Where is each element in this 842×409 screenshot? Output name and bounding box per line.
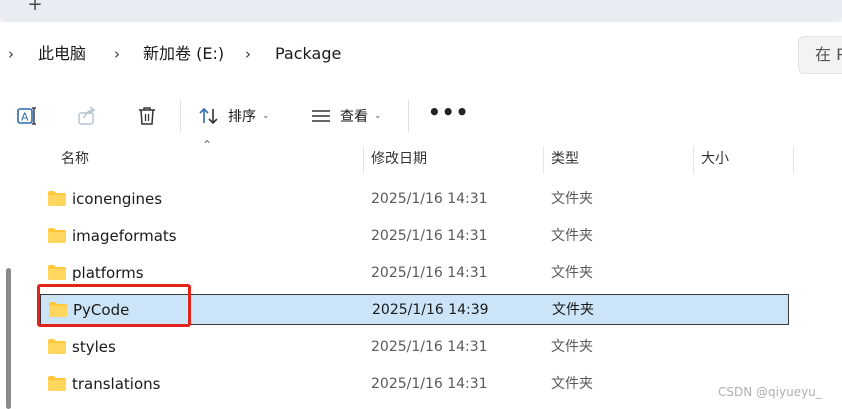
file-modified: 2025/1/16 14:31 — [371, 228, 488, 244]
toolbar-divider — [180, 100, 181, 132]
folder-icon — [48, 376, 66, 391]
folder-icon — [49, 302, 67, 317]
file-type: 文件夹 — [551, 228, 593, 244]
watermark: CSDN @qiyueyu_ — [718, 385, 822, 399]
file-row[interactable]: translations 2025/1/16 14:31 文件夹 — [40, 369, 789, 400]
column-header-type[interactable]: 类型 — [551, 142, 579, 176]
file-type: 文件夹 — [551, 265, 593, 281]
folder-icon — [48, 191, 66, 206]
new-tab-button[interactable]: + — [24, 0, 46, 15]
file-name: iconengines — [72, 190, 163, 208]
view-icon — [310, 105, 332, 127]
rename-icon: A — [16, 105, 38, 127]
file-modified: 2025/1/16 14:31 — [371, 339, 488, 355]
file-name: styles — [72, 338, 116, 356]
file-modified: 2025/1/16 14:31 — [371, 376, 488, 392]
file-type: 文件夹 — [551, 339, 593, 355]
folder-icon — [48, 228, 66, 243]
tab-strip: + — [0, 0, 842, 22]
search-placeholder: 在 P — [815, 45, 842, 64]
column-divider[interactable] — [543, 146, 544, 174]
breadcrumb-chevron-icon[interactable]: › — [8, 30, 14, 78]
file-modified: 2025/1/16 14:31 — [371, 191, 488, 207]
breadcrumb-chevron-icon[interactable]: › — [245, 30, 251, 78]
file-row[interactable]: styles 2025/1/16 14:31 文件夹 — [40, 332, 789, 363]
share-icon — [76, 105, 98, 127]
breadcrumb-item-this-pc[interactable]: 此电脑 — [38, 30, 86, 78]
more-options-button[interactable]: ••• — [428, 98, 469, 134]
tab-background — [0, 0, 842, 22]
delete-button[interactable] — [136, 98, 158, 134]
chevron-down-icon: ⌄ — [262, 111, 270, 121]
sort-button[interactable]: 排序 ⌄ — [198, 98, 270, 134]
file-row[interactable]: iconengines 2025/1/16 14:31 文件夹 — [40, 184, 789, 215]
breadcrumb-chevron-icon[interactable]: › — [114, 30, 120, 78]
column-header-size[interactable]: 大小 — [701, 142, 729, 176]
file-row[interactable]: imageformats 2025/1/16 14:31 文件夹 — [40, 221, 789, 252]
file-name: platforms — [72, 264, 144, 282]
command-bar: A 排序 ⌄ 查看 ⌄ ••• — [0, 90, 842, 142]
breadcrumb-item-package[interactable]: Package — [275, 30, 341, 78]
chevron-down-icon: ⌄ — [374, 111, 382, 121]
column-divider[interactable] — [363, 146, 364, 174]
search-box[interactable]: 在 P — [798, 36, 842, 74]
file-type: 文件夹 — [552, 302, 594, 318]
svg-text:A: A — [21, 111, 29, 124]
sort-ascending-icon: ⌃ — [202, 138, 213, 152]
toolbar-divider — [408, 100, 409, 132]
file-modified: 2025/1/16 14:31 — [371, 265, 488, 281]
file-type: 文件夹 — [551, 191, 593, 207]
file-name: imageformats — [72, 227, 177, 245]
folder-icon — [48, 339, 66, 354]
rename-button[interactable]: A — [16, 98, 38, 134]
file-name: translations — [72, 375, 161, 393]
file-row[interactable]: platforms 2025/1/16 14:31 文件夹 — [40, 258, 789, 289]
breadcrumb-item-drive[interactable]: 新加卷 (E:) — [143, 30, 224, 78]
vertical-scrollbar[interactable] — [0, 142, 18, 409]
column-divider[interactable] — [693, 146, 694, 174]
column-header-modified[interactable]: 修改日期 — [371, 142, 427, 176]
sort-label: 排序 — [228, 109, 256, 125]
view-button[interactable]: 查看 ⌄ — [310, 98, 382, 134]
file-type: 文件夹 — [551, 376, 593, 392]
delete-icon — [136, 105, 158, 127]
sort-icon — [198, 105, 220, 127]
scrollbar-thumb[interactable] — [6, 268, 11, 409]
column-divider[interactable] — [793, 146, 794, 174]
share-button[interactable] — [76, 98, 98, 134]
file-name: PyCode — [73, 301, 130, 319]
file-modified: 2025/1/16 14:39 — [372, 302, 489, 318]
file-row-selected[interactable]: PyCode 2025/1/16 14:39 文件夹 — [40, 294, 789, 325]
view-label: 查看 — [340, 109, 368, 125]
column-header-name[interactable]: 名称 — [61, 142, 89, 176]
address-bar: › 此电脑 › 新加卷 (E:) › Package 在 P — [0, 30, 842, 78]
folder-icon — [48, 265, 66, 280]
